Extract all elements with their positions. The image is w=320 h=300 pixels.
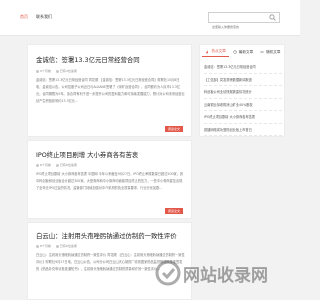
- article-meta: 8个月前 已有6位读者: [36, 163, 77, 167]
- clock-icon: [36, 163, 39, 167]
- article-card: IPO终止项目剧增 大小券商各有苦衷 8个月前 已有6位读者 IPO终止项目剧增…: [27, 140, 192, 219]
- fire-icon: [206, 49, 209, 53]
- tab-hot[interactable]: 热点文章: [202, 47, 230, 57]
- read-more-button[interactable]: 阅读全文: [164, 126, 183, 132]
- tab-label: 热点文章: [211, 49, 226, 53]
- read-more-button[interactable]: 阅读全文: [164, 208, 183, 214]
- sidebar-tabs: 热点文章 最新文章 随机文章: [202, 47, 284, 57]
- sidebar-list-item[interactable]: 云南铜业拟收购凉山矿业40%股权: [204, 99, 282, 111]
- article-title[interactable]: 白云山：注射用头孢唑肟钠通过仿制药一致性评价: [36, 231, 177, 240]
- sidebar-list-item[interactable]: 【工信部】突发重磅数据新闻报道: [204, 74, 282, 86]
- article-summary: 金诚信：签署13.3亿元日常经营合同 同花顺 【金诚信：签署13.3亿元日常经营…: [36, 78, 185, 103]
- main-nav: 首页 联系我们: [20, 14, 52, 20]
- article-views: 已有4位读者: [59, 69, 77, 73]
- watermark-logo-icon: [155, 260, 181, 286]
- clock-icon: [233, 50, 237, 54]
- article-meta: 9个月前 已有4位读者: [36, 69, 77, 73]
- search-button[interactable]: [269, 14, 278, 21]
- sidebar-panel: 热点文章 最新文章 随机文章 金诚信：签署13.3亿元日常经营合同 【工信部】突…: [199, 44, 285, 137]
- article-summary: IPO终止项目剧增 大小券商各有苦衷 中国网 今年以来截至9月27日，IPO终止…: [36, 172, 184, 190]
- tab-random[interactable]: 随机文章: [257, 47, 284, 57]
- site-header: 首页 联系我们: [0, 0, 300, 36]
- article-date: 8个月前: [40, 244, 51, 248]
- eye-icon: [55, 69, 59, 73]
- watermark-text: 网站收录网: [183, 266, 268, 286]
- article-meta: 8个月前 已有6位读者: [36, 244, 77, 248]
- shuffle-icon: [260, 51, 264, 53]
- tab-label: 随机文章: [266, 49, 281, 54]
- nav-item-contact[interactable]: 联系我们: [36, 14, 52, 20]
- eye-icon: [55, 244, 59, 248]
- tab-label: 最新文章: [238, 49, 254, 54]
- watermark: 网站收录网: [155, 258, 295, 290]
- sidebar-list-item[interactable]: IPO终止项目剧增 大小券商各有苦衷: [204, 111, 282, 124]
- search-input[interactable]: [209, 22, 267, 32]
- search-icon: [269, 14, 276, 21]
- article-title[interactable]: IPO终止项目剧增 大小券商各有苦衷: [36, 150, 138, 159]
- sidebar-list-item[interactable]: 锐捷网络成功登陆创业板上市首日: [204, 124, 282, 136]
- article-date: 8个月前: [40, 163, 51, 167]
- sidebar-list-item[interactable]: 金诚信：签署13.3亿元日常经营合同: [204, 61, 282, 74]
- article-views: 已有6位读者: [59, 163, 77, 167]
- clock-icon: [36, 244, 39, 248]
- article-date: 9个月前: [40, 69, 51, 73]
- sidebar-list: 金诚信：签署13.3亿元日常经营合同 【工信部】突发重磅数据新闻报道 科创板公司…: [204, 61, 282, 136]
- search-box: [208, 12, 280, 32]
- nav-item-home[interactable]: 首页: [20, 14, 28, 20]
- sidebar-list-item[interactable]: 科创板公司业绩快报披露情况统计: [204, 86, 282, 99]
- article-views: 已有6位读者: [59, 244, 77, 248]
- tab-latest[interactable]: 最新文章: [229, 47, 256, 57]
- article-title[interactable]: 金诚信：签署13.3亿元日常经营合同: [36, 55, 140, 64]
- clock-icon: [36, 69, 39, 73]
- article-card: 金诚信：签署13.3亿元日常经营合同 9个月前 已有4位读者 金诚信：签署13.…: [27, 44, 192, 137]
- eye-icon: [55, 163, 59, 167]
